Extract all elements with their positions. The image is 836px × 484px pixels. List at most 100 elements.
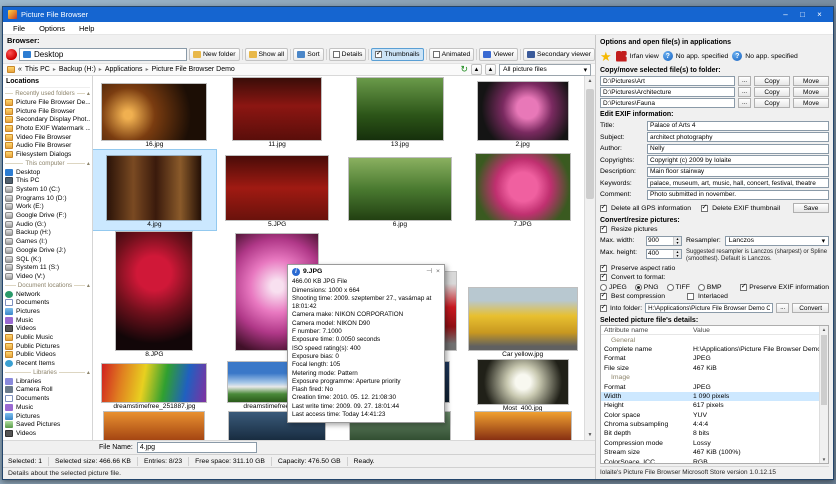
exif-keywords-input[interactable] [647, 178, 829, 188]
animated-button[interactable]: Animated [429, 48, 475, 61]
scroll-down-icon[interactable]: ▼ [585, 432, 595, 438]
thumbnail-image[interactable] [116, 232, 192, 350]
sidebar-item-camera-roll[interactable]: Camera Roll [5, 386, 90, 395]
details-scrollbar[interactable]: ▲ ▼ [819, 326, 828, 463]
sidebar-item-video-v-[interactable]: Video (V:) [5, 272, 90, 281]
thumbnail-cell[interactable]: Car yellow.jpg [461, 230, 584, 360]
collapse-arrow-icon[interactable]: ▴ [87, 90, 90, 97]
thumbnail-cell[interactable]: 13.jpg [339, 78, 462, 150]
sidebar-item-recent-items[interactable]: Recent Items [5, 359, 90, 368]
thumbnail-image[interactable] [107, 156, 201, 220]
convert-format-checkbox[interactable] [600, 274, 607, 281]
format-option-tiff[interactable]: TIFF [667, 284, 690, 291]
browse-button[interactable]: ... [738, 76, 751, 86]
copy-path-input[interactable] [600, 87, 735, 97]
maximize-button[interactable]: □ [794, 10, 811, 19]
thumbnail-cell[interactable]: 4.jpg [93, 150, 216, 230]
sidebar-item-network[interactable]: Network [5, 290, 90, 299]
move-button[interactable]: Move [793, 76, 829, 86]
sidebar-item-picture-file-browser-de-[interactable]: Picture File Browser De... [5, 98, 90, 107]
scrollbar-thumb[interactable] [821, 335, 827, 405]
thumbnail-image[interactable] [349, 158, 451, 220]
sidebar-item-google-drive-f-[interactable]: Google Drive (F:) [5, 211, 90, 220]
breadcrumb-item[interactable]: Applications [105, 66, 143, 73]
sidebar-item-filesystem-dialogs[interactable]: Filesystem Dialogs [5, 150, 90, 159]
browse-folder-button[interactable]: ... [776, 303, 789, 313]
open-app-button[interactable]: ?No app. specified [663, 51, 729, 61]
file-filter-select[interactable]: All picture files ▾ [499, 64, 591, 76]
thumbnail-image[interactable] [478, 82, 568, 140]
sidebar-item-backup-h-[interactable]: Backup (H:) [5, 229, 90, 238]
menu-item-help[interactable]: Help [72, 24, 101, 33]
show-all-button[interactable]: Show all [245, 48, 289, 61]
collapse-arrow-icon[interactable]: ▴ [87, 282, 90, 289]
thumbnail-cell[interactable]: 16.jpg [93, 78, 216, 150]
filename-input[interactable] [137, 442, 257, 453]
sidebar-item-sql-k-[interactable]: SQL (K:) [5, 255, 90, 264]
scroll-up-icon[interactable]: ▲ [585, 78, 595, 84]
copy-button[interactable]: Copy [754, 98, 790, 108]
max-height-input[interactable] [647, 250, 673, 258]
into-folder-checkbox[interactable] [600, 305, 607, 312]
details-row[interactable]: FormatJPEG [601, 354, 819, 363]
details-button[interactable]: Details [329, 48, 367, 61]
radio-icon[interactable] [600, 284, 607, 291]
exif-subject-input[interactable] [647, 132, 829, 142]
menu-item-file[interactable]: File [6, 24, 32, 33]
sidebar-section-header[interactable]: Document locations▴ [5, 281, 90, 290]
stepper-arrows-icon[interactable]: ▲▼ [673, 237, 681, 245]
thumbnail-cell[interactable]: 6.jpg [339, 150, 462, 230]
sidebar-item-public-pictures[interactable]: Public Pictures [5, 342, 90, 351]
nav-up-icon[interactable]: ▲ [471, 64, 482, 75]
breadcrumb-item[interactable]: Picture File Browser Demo [152, 66, 235, 73]
format-option-bmp[interactable]: BMP [698, 284, 722, 291]
browse-button[interactable]: ... [738, 87, 751, 97]
thumbnail-image[interactable] [226, 156, 328, 220]
sidebar-section-header[interactable]: Libraries▴ [5, 368, 90, 377]
sidebar-item-video-file-browser[interactable]: Video File Browser [5, 133, 90, 142]
max-width-input[interactable] [647, 237, 673, 245]
breadcrumb-item[interactable]: Backup (H:) [59, 66, 96, 73]
thumbnail-image[interactable] [476, 154, 570, 220]
sidebar-item-audio-file-browser[interactable]: Audio File Browser [5, 141, 90, 150]
sidebar-item-desktop[interactable]: Desktop [5, 168, 90, 177]
preserve-exif-option[interactable]: Preserve EXIF information [740, 284, 829, 291]
sidebar-item-photo-exif-watermark-[interactable]: Photo EXIF Watermark ... [5, 124, 90, 133]
minimize-button[interactable]: – [777, 10, 794, 19]
radio-icon[interactable] [698, 284, 705, 291]
sidebar-item-videos[interactable]: Videos [5, 429, 90, 438]
best-compression-checkbox[interactable] [600, 293, 607, 300]
nav-up-parent-icon[interactable]: ▲ [485, 64, 496, 75]
sidebar-item-libraries[interactable]: Libraries [5, 377, 90, 386]
details-row[interactable]: ColorSpace_ICCRGB [601, 457, 819, 463]
details-row[interactable]: Image [601, 373, 819, 382]
sidebar-item-public-music[interactable]: Public Music [5, 333, 90, 342]
new-folder-button[interactable]: New folder [189, 48, 240, 61]
thumbnail-cell[interactable]: 2.jpg [461, 78, 584, 150]
resampler-select[interactable]: Lanczos ▾ [725, 236, 829, 246]
exif-author-input[interactable] [647, 144, 829, 154]
sidebar-item-google-drive-j-[interactable]: Google Drive (J:) [5, 246, 90, 255]
thumbnail-cell[interactable]: Most_400.jpg [461, 360, 584, 412]
save-button[interactable]: Save [793, 203, 829, 213]
thumbnail-image[interactable] [357, 78, 443, 140]
thumbnail-cell[interactable]: 8.JPG [93, 230, 216, 360]
thumbnail-cell[interactable]: dreamstimefree_251887.jpg [93, 360, 216, 412]
resize-pictures-checkbox[interactable] [600, 226, 607, 233]
copy-button[interactable]: Copy [754, 87, 790, 97]
sidebar-item-documents[interactable]: Documents [5, 394, 90, 403]
sidebar-item-games-i-[interactable]: Games (I:) [5, 237, 90, 246]
sidebar-item-pictures[interactable]: Pictures [5, 412, 90, 421]
collapse-arrow-icon[interactable]: ▴ [87, 369, 90, 376]
copy-button[interactable]: Copy [754, 76, 790, 86]
thumbnail-image[interactable] [102, 84, 206, 140]
sort-button[interactable]: Sort [293, 48, 323, 61]
thumbnail-cell[interactable]: 7.JPG [461, 150, 584, 230]
pin-icon[interactable]: ⊣ [426, 268, 432, 276]
delete-gps-checkbox[interactable] [600, 205, 607, 212]
sidebar-item-audio-g-[interactable]: Audio (G:) [5, 220, 90, 229]
details-row[interactable]: Compression modeLossy [601, 439, 819, 448]
refresh-icon[interactable]: ↻ [460, 64, 468, 75]
thumbnail-image[interactable] [102, 364, 206, 402]
sidebar-item-work-e-[interactable]: Work (E:) [5, 203, 90, 212]
